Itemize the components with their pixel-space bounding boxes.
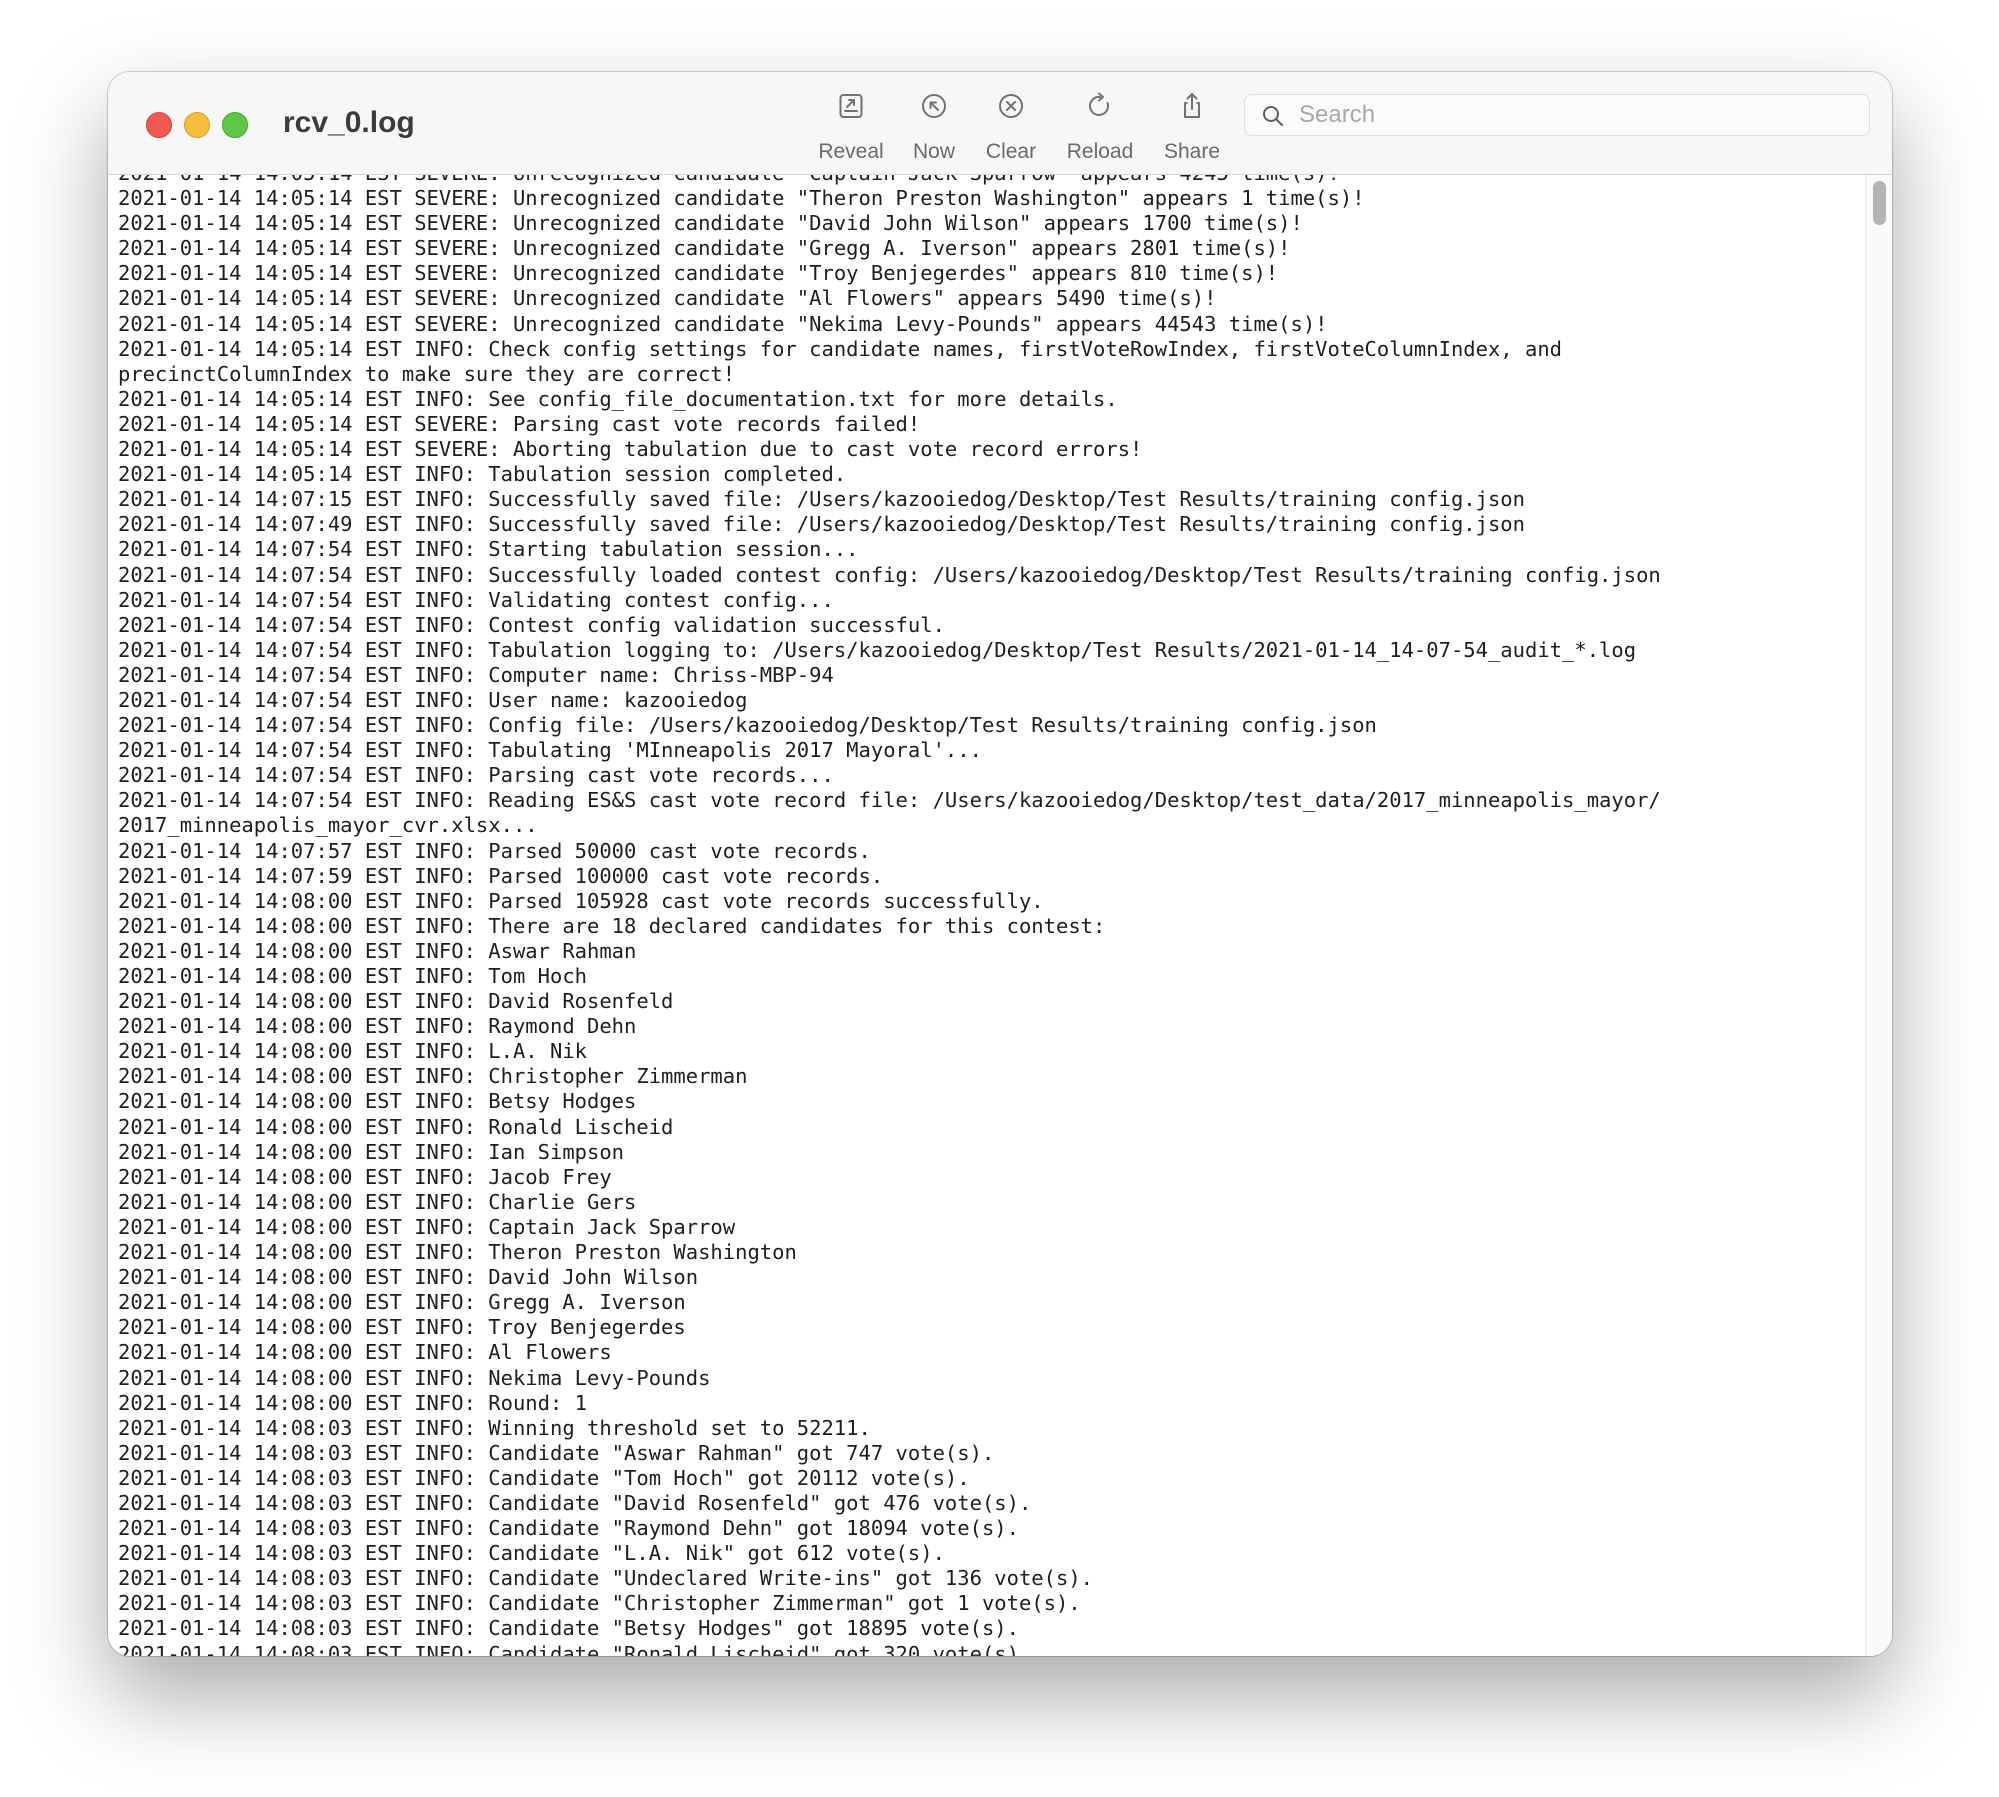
log-line: 2021-01-14 14:05:14 EST INFO: Tabulation…: [118, 462, 847, 487]
log-line: 2021-01-14 14:08:03 EST INFO: Candidate …: [118, 1465, 970, 1490]
window-title: rcv_0.log: [283, 106, 415, 139]
log-line: 2021-01-14 14:05:14 EST SEVERE: Unrecogn…: [118, 211, 1303, 236]
log-line: 2021-01-14 14:08:00 EST INFO: Parsed 105…: [118, 888, 1044, 913]
share-icon: [1184, 93, 1200, 118]
log-line: 2021-01-14 14:08:00 EST INFO: Troy Benje…: [118, 1315, 686, 1340]
log-line: 2021-01-14 14:07:54 EST INFO: Contest co…: [118, 612, 945, 637]
log-line: 2021-01-14 14:07:59 EST INFO: Parsed 100…: [118, 863, 884, 888]
close-window-button[interactable]: [146, 112, 172, 138]
zoom-window-button[interactable]: [222, 112, 248, 138]
log-line: 2021-01-14 14:08:03 EST INFO: Candidate …: [118, 1541, 945, 1566]
log-line: 2021-01-14 14:07:54 EST INFO: Config fil…: [118, 713, 1377, 738]
log-line: 2021-01-14 14:05:14 EST SEVERE: Aborting…: [118, 437, 1143, 462]
log-line: 2021-01-14 14:05:14 EST SEVERE: Unrecogn…: [118, 236, 1291, 261]
log-line: 2021-01-14 14:08:00 EST INFO: Al Flowers: [118, 1340, 612, 1365]
log-text: 2021-01-14 14:05:14 EST SEVERE: Unrecogn…: [118, 175, 1858, 1656]
log-line: 2021-01-14 14:07:54 EST INFO: Tabulation…: [118, 637, 1637, 662]
search-input[interactable]: [1297, 99, 1861, 131]
search-field[interactable]: [1244, 94, 1870, 136]
log-line: 2021-01-14 14:08:00 EST INFO: Round: 1: [118, 1390, 587, 1415]
reload-icon: [1089, 92, 1109, 116]
log-line: 2021-01-14 14:07:54 EST INFO: Reading ES…: [118, 788, 1661, 838]
log-line: 2021-01-14 14:07:49 EST INFO: Successful…: [118, 512, 1525, 537]
now-icon: [922, 94, 946, 118]
clear-icon: [999, 94, 1023, 118]
log-line: 2021-01-14 14:08:00 EST INFO: Ian Simpso…: [118, 1139, 625, 1164]
log-line: 2021-01-14 14:07:54 EST INFO: Successful…: [118, 562, 1661, 587]
log-line: 2021-01-14 14:07:57 EST INFO: Parsed 500…: [118, 838, 871, 863]
log-line: 2021-01-14 14:07:54 EST INFO: Starting t…: [118, 537, 859, 562]
scrollbar-thumb[interactable]: [1873, 181, 1886, 226]
log-line: 2021-01-14 14:08:03 EST INFO: Candidate …: [118, 1440, 995, 1465]
log-line: 2021-01-14 14:08:03 EST INFO: Candidate …: [118, 1616, 1019, 1641]
log-line: 2021-01-14 14:08:03 EST INFO: Candidate …: [118, 1566, 1094, 1591]
log-line: 2021-01-14 14:08:03 EST INFO: Candidate …: [118, 1516, 1019, 1541]
log-line: 2021-01-14 14:05:14 EST SEVERE: Parsing …: [118, 411, 921, 436]
clear-label: Clear: [985, 140, 1037, 163]
log-line: 2021-01-14 14:08:03 EST INFO: Candidate …: [118, 1490, 1032, 1515]
log-line: 2021-01-14 14:08:03 EST INFO: Candidate …: [118, 1591, 1081, 1616]
log-line: 2021-01-14 14:07:54 EST INFO: Parsing ca…: [118, 763, 834, 788]
share-button[interactable]: Share: [1147, 92, 1237, 164]
log-line: 2021-01-14 14:08:00 EST INFO: David John…: [118, 1265, 699, 1290]
log-line: 2021-01-14 14:08:03 EST INFO: Candidate …: [118, 1641, 1032, 1656]
log-line: 2021-01-14 14:05:14 EST SEVERE: Unrecogn…: [118, 286, 1217, 311]
log-line: 2021-01-14 14:08:00 EST INFO: Jacob Frey: [118, 1164, 612, 1189]
log-line: 2021-01-14 14:08:00 EST INFO: Charlie Ge…: [118, 1189, 637, 1214]
log-line: 2021-01-14 14:08:00 EST INFO: Nekima Lev…: [118, 1365, 711, 1390]
log-line: 2021-01-14 14:05:14 EST SEVERE: Unrecogn…: [118, 311, 1328, 336]
log-line: 2021-01-14 14:08:00 EST INFO: Gregg A. I…: [118, 1290, 686, 1315]
log-line: 2021-01-14 14:05:14 EST SEVERE: Unrecogn…: [118, 261, 1279, 286]
log-line: 2021-01-14 14:07:54 EST INFO: Validating…: [118, 587, 834, 612]
log-line: 2021-01-14 14:08:00 EST INFO: Raymond De…: [118, 1014, 637, 1039]
reveal-icon: [839, 94, 863, 118]
log-line: 2021-01-14 14:08:00 EST INFO: Captain Ja…: [118, 1214, 736, 1239]
log-line: 2021-01-14 14:07:54 EST INFO: Tabulating…: [118, 738, 982, 763]
log-line: 2021-01-14 14:05:14 EST INFO: Check conf…: [118, 336, 1563, 386]
log-line: 2021-01-14 14:08:00 EST INFO: Ronald Lis…: [118, 1114, 674, 1139]
share-label: Share: [1163, 140, 1221, 163]
log-line: 2021-01-14 14:05:14 EST SEVERE: Unrecogn…: [118, 175, 1858, 186]
minimize-window-button[interactable]: [184, 112, 210, 138]
reveal-label: Reveal: [818, 140, 884, 163]
log-line: 2021-01-14 14:08:00 EST INFO: Tom Hoch: [118, 964, 587, 988]
log-viewport[interactable]: 2021-01-14 14:05:14 EST SEVERE: Unrecogn…: [108, 175, 1892, 1656]
log-line: 2021-01-14 14:07:15 EST INFO: Successful…: [118, 487, 1525, 512]
console-window: rcv_0.log Reveal Now Clear Reload Share …: [108, 72, 1892, 1656]
log-line: 2021-01-14 14:08:00 EST INFO: David Rose…: [118, 989, 674, 1014]
log-line: 2021-01-14 14:05:14 EST INFO: See config…: [118, 386, 1118, 411]
log-line: 2021-01-14 14:08:00 EST INFO: Christophe…: [118, 1064, 748, 1089]
reveal-button[interactable]: Reveal: [806, 92, 896, 164]
reload-label: Reload: [1066, 140, 1134, 163]
titlebar: rcv_0.log Reveal Now Clear Reload Share …: [108, 72, 1892, 175]
reload-button[interactable]: Reload: [1055, 92, 1145, 164]
log-line: 2021-01-14 14:08:00 EST INFO: There are …: [118, 913, 1106, 938]
search-icon: [1263, 106, 1283, 126]
clear-button[interactable]: Clear: [966, 92, 1056, 164]
log-line: 2021-01-14 14:07:54 EST INFO: User name:…: [118, 687, 748, 712]
log-line: 2021-01-14 14:07:54 EST INFO: Computer n…: [118, 662, 834, 687]
log-line: 2021-01-14 14:05:14 EST SEVERE: Unrecogn…: [118, 186, 1365, 211]
log-line: 2021-01-14 14:08:00 EST INFO: Aswar Rahm…: [118, 938, 637, 963]
log-line: 2021-01-14 14:08:00 EST INFO: Theron Pre…: [118, 1240, 797, 1265]
log-line: 2021-01-14 14:08:00 EST INFO: L.A. Nik: [118, 1039, 587, 1064]
vertical-scrollbar[interactable]: [1865, 175, 1892, 1656]
log-line: 2021-01-14 14:08:03 EST INFO: Winning th…: [118, 1415, 871, 1440]
log-line: 2021-01-14 14:08:00 EST INFO: Betsy Hodg…: [118, 1089, 637, 1114]
